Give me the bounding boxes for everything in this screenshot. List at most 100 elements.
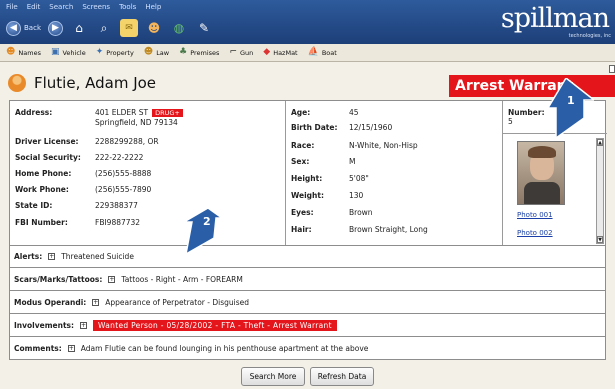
callout-2-arrow: 2: [182, 208, 240, 254]
search-type-names[interactable]: ☻ Names: [6, 48, 41, 57]
search-icon[interactable]: ⌕: [95, 19, 113, 37]
app-toolbar: File Edit Search Screens Tools Help ◀ Ba…: [0, 0, 615, 44]
eyes-value: Brown: [349, 208, 373, 217]
weight-value: 130: [349, 191, 364, 200]
menu-edit[interactable]: Edit: [27, 3, 41, 11]
address-row: Address: 401 ELDER ST DRUG+ Springfield, …: [15, 108, 183, 127]
fbi-label: FBI Number:: [15, 218, 68, 227]
comments-row: Comments: + Adam Flutie can be found lou…: [9, 337, 606, 360]
hair-label: Hair:: [291, 225, 312, 234]
person-icon: [8, 74, 26, 92]
license-row: Driver License: 2288299288, OR: [15, 137, 159, 146]
sex-value: M: [349, 157, 356, 166]
back-button[interactable]: ◀: [6, 20, 21, 36]
callout-1-arrow: 1: [540, 78, 594, 138]
car-icon: ▣: [50, 47, 60, 57]
search-more-button[interactable]: Search More: [241, 367, 305, 386]
scroll-up-arrow[interactable]: ▲: [597, 139, 603, 146]
license-label: Driver License:: [15, 137, 79, 146]
scars-expand-toggle[interactable]: +: [108, 275, 116, 283]
hair-value: Brown Straight, Long: [349, 225, 428, 234]
dob-label: Birth Date:: [291, 123, 338, 132]
sex-label: Sex:: [291, 157, 310, 166]
search-type-gun[interactable]: ⌐ Gun: [229, 48, 253, 57]
involvement-warrant-link[interactable]: Wanted Person - 05/28/2002 - FTA - Theft…: [93, 319, 337, 331]
menu-tools[interactable]: Tools: [119, 3, 136, 11]
comments-expand-toggle[interactable]: +: [67, 344, 75, 352]
people-icon[interactable]: ☻: [145, 19, 163, 37]
menu-screens[interactable]: Screens: [82, 3, 110, 11]
brand-subtitle: technologies, inc: [568, 33, 611, 39]
pen-icon[interactable]: ✎: [195, 19, 213, 37]
alerts-expand-toggle[interactable]: +: [48, 253, 56, 260]
forward-button[interactable]: ▶: [48, 20, 63, 36]
alerts-value: Threatened Suicide: [61, 252, 134, 261]
dob-value: 12/15/1960: [349, 123, 393, 132]
menu-help[interactable]: Help: [145, 3, 161, 11]
modus-operandi-row: Modus Operandi: + Appearance of Perpetra…: [9, 291, 606, 314]
property-icon: ✦: [95, 47, 104, 57]
scars-row: Scars/Marks/Tattoos: + Tattoos - Right -…: [9, 268, 606, 291]
mugshot-photo[interactable]: [517, 141, 565, 205]
mail-icon[interactable]: ✉: [120, 19, 138, 37]
involvements-expand-toggle[interactable]: +: [80, 321, 88, 329]
back-label[interactable]: Back: [24, 24, 41, 32]
photo-002-link[interactable]: Photo 002: [517, 229, 553, 237]
scroll-down-arrow[interactable]: ▼: [597, 236, 603, 243]
alerts-label: Alerts:: [14, 252, 43, 261]
brand-logo: spillman: [500, 3, 610, 34]
person-name: Flutie, Adam Joe: [34, 74, 157, 92]
drug-flag-badge[interactable]: DRUG+: [152, 109, 183, 117]
ssn-label: Social Security:: [15, 153, 81, 162]
comments-label: Comments:: [14, 343, 62, 353]
ssn-value: 222-22-2222: [95, 153, 144, 162]
menu-search[interactable]: Search: [49, 3, 73, 11]
window-scroll-handle[interactable]: [609, 65, 615, 73]
race-value: N-White, Non-Hisp: [349, 141, 418, 150]
weight-label: Weight:: [291, 191, 324, 200]
address-line2: Springfield, ND 79134: [95, 118, 178, 127]
age-value: 45: [349, 108, 359, 117]
race-label: Race:: [291, 141, 315, 150]
refresh-data-button[interactable]: Refresh Data: [310, 367, 374, 386]
person-header: Flutie, Adam Joe: [8, 74, 156, 92]
photo-scrollbar[interactable]: ▲ ▼: [596, 138, 604, 244]
law-icon: ☻: [143, 47, 154, 57]
gun-icon: ⌐: [229, 47, 237, 57]
home-phone-value: (256)555-8888: [95, 169, 152, 178]
home-phone-label: Home Phone:: [15, 169, 72, 178]
mo-value: Appearance of Perpetrator - Disguised: [105, 297, 249, 307]
work-phone-row: Work Phone: (256)555-7890: [15, 185, 151, 194]
globe-icon[interactable]: ◍: [170, 19, 188, 37]
search-type-law[interactable]: ☻ Law: [144, 48, 169, 57]
menu-file[interactable]: File: [6, 3, 18, 11]
scars-value: Tattoos - Right - Arm - FOREARM: [121, 274, 243, 284]
photo-hair: [528, 146, 556, 158]
involvements-label: Involvements:: [14, 320, 75, 330]
mo-expand-toggle[interactable]: +: [92, 298, 100, 306]
work-phone-value: (256)555-7890: [95, 185, 152, 194]
state-id-label: State ID:: [15, 201, 53, 210]
home-phone-row: Home Phone: (256)555-8888: [15, 169, 151, 178]
nav-row: ◀ Back ▶ ⌂ ⌕ ✉ ☻ ◍ ✎: [6, 19, 213, 37]
search-type-boat[interactable]: ⛵ Boat: [308, 48, 337, 57]
callout-1-number: 1: [567, 94, 575, 107]
alerts-row: Alerts: + Threatened Suicide: [9, 246, 606, 268]
search-type-vehicle[interactable]: ▣ Vehicle: [51, 48, 86, 57]
photo-001-link[interactable]: Photo 001: [517, 211, 553, 219]
eyes-label: Eyes:: [291, 208, 314, 217]
person-icon: ☻: [6, 47, 16, 57]
search-type-property[interactable]: ✦ Property: [96, 48, 134, 57]
license-value: 2288299288, OR: [95, 137, 159, 146]
home-icon[interactable]: ⌂: [70, 19, 88, 37]
height-value: 5'08": [349, 174, 369, 183]
search-type-bar: ☻ Names ▣ Vehicle ✦ Property ☻ Law ♣ Premises…: [0, 44, 615, 62]
state-id-value: 229388377: [95, 201, 138, 210]
search-type-premises[interactable]: ♣ Premises: [179, 48, 219, 57]
premises-icon: ♣: [179, 47, 188, 57]
address-line1: 401 ELDER ST: [95, 108, 149, 117]
person-info-panel: Address: 401 ELDER ST DRUG+ Springfield, …: [9, 100, 607, 246]
fbi-row: FBI Number: FBI9887732: [15, 218, 140, 227]
address-label: Address:: [15, 108, 53, 117]
search-type-hazmat[interactable]: ◆ HazMat: [263, 48, 297, 57]
